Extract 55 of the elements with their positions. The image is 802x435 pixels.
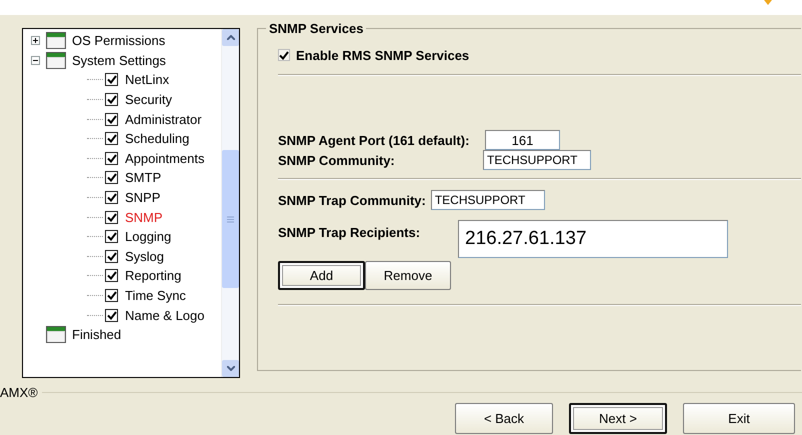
checkbox[interactable] xyxy=(278,49,290,61)
tree-item[interactable]: Logging xyxy=(125,229,172,244)
checkbox[interactable] xyxy=(105,152,118,165)
tree-item[interactable]: Reporting xyxy=(125,268,182,284)
tree-item[interactable]: Name & Logo xyxy=(125,308,204,323)
checkbox[interactable] xyxy=(105,73,118,86)
tree-item[interactable]: SNMP xyxy=(125,210,163,225)
tree-item[interactable]: OS Permissions xyxy=(72,33,166,48)
tree-item[interactable]: SNPP xyxy=(125,190,160,206)
expand-icon[interactable] xyxy=(31,36,40,46)
remove-button[interactable]: Remove xyxy=(365,261,451,290)
tree-item[interactable]: Syslog xyxy=(125,248,164,264)
input-field[interactable]: 161 xyxy=(485,130,560,150)
scroll-down-icon[interactable] xyxy=(222,360,239,377)
tree-item[interactable]: Finished xyxy=(72,327,122,342)
tree-item[interactable]: Time Sync xyxy=(125,288,186,304)
tree-item[interactable]: NetLinx xyxy=(125,72,170,88)
tree-item[interactable]: SMTP xyxy=(125,170,162,186)
field-label: SNMP Trap Community: xyxy=(278,192,426,208)
checkbox[interactable] xyxy=(105,210,118,224)
window-icon xyxy=(46,32,66,50)
scrollbar-thumb[interactable] xyxy=(222,150,239,288)
tree-item[interactable]: Security xyxy=(125,92,172,108)
field-label: SNMP Agent Port (161 default): xyxy=(278,132,470,148)
window-icon xyxy=(46,326,66,344)
field-label: SNMP Trap Recipients: xyxy=(278,225,422,240)
group-title: SNMP Services xyxy=(268,21,364,36)
checkbox[interactable] xyxy=(105,250,118,263)
next-button[interactable]: Next > xyxy=(569,403,667,434)
tree-item[interactable]: Administrator xyxy=(125,112,202,127)
brand-label: AMX® xyxy=(0,385,38,400)
back-button[interactable]: < Back xyxy=(455,403,553,434)
checkbox[interactable] xyxy=(105,171,118,184)
tree-item[interactable]: System Settings xyxy=(72,52,166,68)
checkbox[interactable] xyxy=(105,132,118,146)
input-field[interactable]: 216.27.61.137 xyxy=(458,220,728,258)
field-label: SNMP Community: xyxy=(278,152,396,168)
window-icon xyxy=(46,52,66,69)
checkbox[interactable] xyxy=(105,93,118,106)
input-field[interactable]: TECHSUPPORT xyxy=(483,150,591,170)
checkbox[interactable] xyxy=(105,112,118,126)
add-button[interactable]: Add xyxy=(278,261,365,290)
scroll-up-icon[interactable] xyxy=(222,29,239,46)
exit-button[interactable]: Exit xyxy=(683,403,795,434)
triangle-icon xyxy=(764,0,772,5)
checkbox[interactable] xyxy=(105,269,118,282)
input-field[interactable]: TECHSUPPORT xyxy=(430,190,545,210)
checkbox-label[interactable]: Enable RMS SNMP Services xyxy=(296,48,470,62)
tree-item[interactable]: Appointments xyxy=(125,150,204,166)
tree-item[interactable]: Scheduling xyxy=(125,131,190,146)
checkbox[interactable] xyxy=(105,289,118,302)
checkbox[interactable] xyxy=(105,230,118,244)
checkbox[interactable] xyxy=(105,191,118,204)
collapse-icon[interactable] xyxy=(31,56,40,65)
checkbox[interactable] xyxy=(105,308,118,322)
